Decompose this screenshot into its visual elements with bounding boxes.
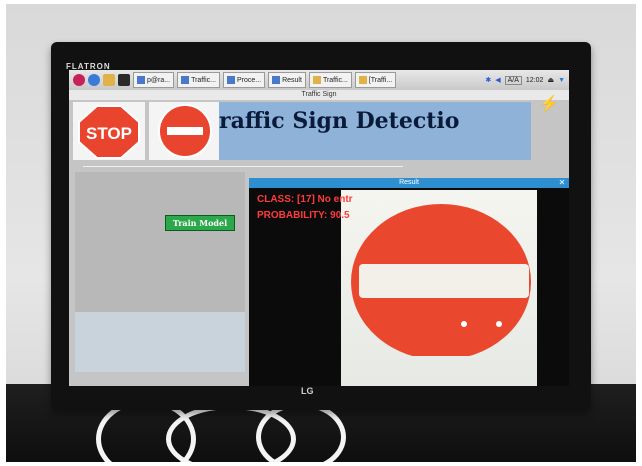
- wifi-icon[interactable]: ▼: [558, 77, 565, 84]
- taskbar-task[interactable]: Result: [268, 72, 306, 88]
- window-icon: [181, 76, 190, 84]
- page-title: raffic Sign Detectio: [219, 108, 460, 134]
- no-entry-sign-icon: [158, 104, 212, 158]
- system-tray: ✱ ◀ A/A 12:02 ⏏ ▼: [485, 75, 569, 85]
- no-entry-sign-photo: [351, 204, 531, 356]
- taskbar-task[interactable]: Proce...: [222, 72, 266, 88]
- window-icon: [358, 76, 367, 84]
- taskbar-task[interactable]: [Traffi...: [354, 72, 397, 88]
- stop-sign-text: STOP: [86, 124, 132, 143]
- window-icon: [226, 76, 235, 84]
- terminal-icon[interactable]: [118, 74, 130, 86]
- bluetooth-icon[interactable]: ✱: [485, 76, 491, 84]
- taskbar: p@ra... Traffic... Proce... Result Traff…: [69, 70, 569, 90]
- monitor-screen: p@ra... Traffic... Proce... Result Traff…: [69, 70, 569, 386]
- stop-sign-panel: STOP: [73, 102, 145, 160]
- control-pane: [75, 172, 245, 372]
- eject-icon[interactable]: ⏏: [547, 76, 554, 84]
- window-icon: [137, 76, 145, 84]
- window-title: Traffic Sign: [69, 90, 569, 100]
- raspberry-menu-icon[interactable]: [73, 74, 85, 86]
- result-window-title: Result: [249, 178, 569, 188]
- window-icon: [272, 76, 281, 84]
- clock: 12:02: [525, 76, 544, 84]
- control-pane-lower: [75, 312, 245, 372]
- folder-icon[interactable]: [103, 74, 115, 86]
- power-warning-icon: ⚡: [539, 96, 559, 113]
- photo-scene: FLATRON LG p@ra... Traffic... Proce... R…: [6, 4, 636, 462]
- divider: [83, 166, 403, 167]
- taskbar-task[interactable]: Traffic...: [308, 72, 352, 88]
- no-entry-sign-panel: [149, 102, 221, 160]
- close-icon[interactable]: ✕: [557, 178, 567, 188]
- monitor-logo: LG: [301, 386, 314, 396]
- volume-icon[interactable]: ◀: [495, 76, 500, 84]
- class-label: CLASS: [17] No entr: [257, 194, 353, 205]
- result-window: Result ✕ CLASS: [17] No entr PROBABILITY…: [249, 178, 569, 386]
- keyboard-layout[interactable]: A/A: [504, 75, 522, 85]
- train-model-button[interactable]: Train Model: [165, 215, 235, 231]
- stop-sign-icon: STOP: [78, 105, 140, 159]
- taskbar-task[interactable]: Traffic...: [177, 72, 220, 88]
- taskbar-task[interactable]: p@ra...: [133, 72, 175, 88]
- window-icon: [312, 76, 321, 84]
- probability-label: PROBABILITY: 90.5: [257, 210, 350, 221]
- browser-icon[interactable]: [88, 74, 100, 86]
